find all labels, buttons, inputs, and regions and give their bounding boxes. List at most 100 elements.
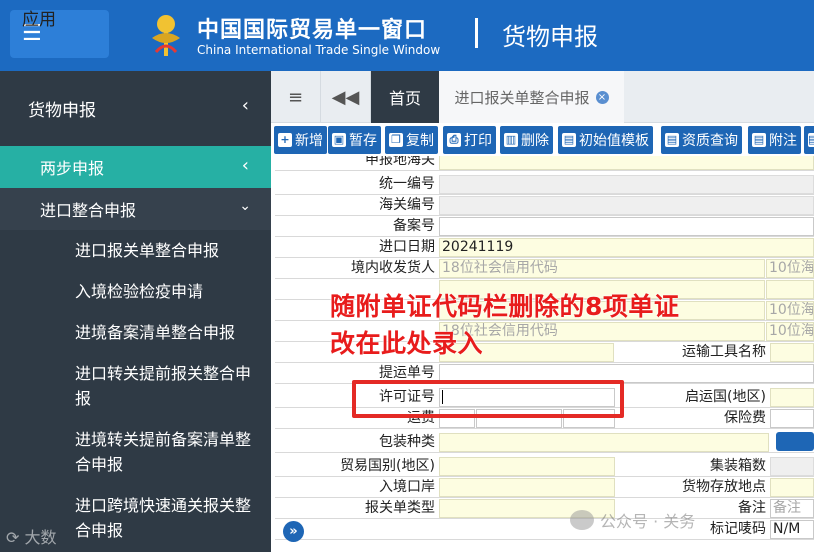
- hidden-row-field-2[interactable]: [766, 280, 814, 299]
- list-icon: ≡: [287, 86, 304, 108]
- more-icon: ▤: [808, 133, 814, 147]
- transport-name-field[interactable]: [770, 343, 814, 362]
- note-icon: ▤: [752, 133, 766, 147]
- storage-place-field[interactable]: [770, 478, 814, 497]
- attach-note-button[interactable]: ▤ 附注: [748, 126, 801, 154]
- remark-input[interactable]: 备注: [770, 499, 814, 518]
- form-row: 入境口岸 货物存放地点: [275, 477, 814, 498]
- delete-label: 删除: [521, 133, 549, 149]
- form-row: 贸易国别(地区) 集装箱数: [275, 456, 814, 477]
- trash-icon: ▥: [504, 133, 518, 147]
- customs-no-field: [439, 196, 814, 215]
- initial-template-button[interactable]: ▤ 初始值模板: [558, 126, 653, 154]
- marks-input[interactable]: N/M: [770, 520, 814, 539]
- sidebar-item-cargo-declaration[interactable]: 货物申报 ‹: [0, 71, 271, 146]
- customs-no-label: 海关编号: [379, 197, 435, 213]
- watermark-right: 公众号 · 关务: [570, 508, 695, 532]
- header-divider: [475, 18, 478, 48]
- tab-scroll-left-button[interactable]: ◀◀: [321, 71, 371, 123]
- chevron-left-icon: ‹: [241, 155, 249, 176]
- pack-type-select-button[interactable]: [776, 432, 814, 451]
- trade-country-field[interactable]: [439, 457, 615, 476]
- form-row: 统一编号: [275, 174, 814, 195]
- sidebar-item-two-step[interactable]: 两步申报 ‹: [0, 146, 271, 188]
- form-row: 备案号: [275, 216, 814, 237]
- annotation-line-1: 随附单证代码栏删除的8项单证: [330, 292, 680, 321]
- red-annotation: 随附单证代码栏删除的8项单证 改在此处录入: [330, 288, 679, 362]
- close-tab-icon[interactable]: ×: [595, 90, 609, 104]
- site-title-cn: 中国国际贸易单一窗口: [197, 18, 428, 43]
- record-no-field[interactable]: [439, 217, 814, 236]
- decl-type-label: 报关单类型: [365, 500, 435, 516]
- template-label: 初始值模板: [579, 133, 649, 149]
- qualification-query-button[interactable]: ▤ 资质查询: [661, 126, 742, 154]
- sidebar-top-label: 货物申报: [28, 101, 96, 121]
- double-left-arrow-icon: ◀◀: [331, 86, 360, 108]
- save-draft-button[interactable]: ▣ 暂存: [328, 126, 381, 154]
- site-title-en: China International Trade Single Window: [197, 43, 441, 57]
- departure-country-label: 启运国(地区): [685, 389, 766, 405]
- form-row: 申报地海关: [275, 156, 814, 171]
- form-row: 包装种类: [275, 432, 814, 453]
- sidebar-group-import-integrated[interactable]: 进口整合申报 ⌄: [0, 188, 271, 230]
- more-toolbar-button[interactable]: ▤: [804, 126, 814, 154]
- sidebar-subitem[interactable]: 进口转关提前报关整合申报: [0, 353, 271, 419]
- entry-port-field[interactable]: [439, 478, 615, 497]
- form-row: 海关编号: [275, 195, 814, 216]
- ten-digit-placeholder: 10位海: [769, 323, 814, 339]
- expand-button[interactable]: »: [283, 521, 304, 542]
- pack-type-field[interactable]: [439, 433, 769, 452]
- document-icon: ▤: [665, 133, 679, 147]
- copy-icon: ❐: [389, 133, 403, 147]
- tab-import-declaration[interactable]: 进口报关单整合申报 ×: [439, 71, 624, 123]
- copy-button[interactable]: ❐ 复制: [385, 126, 438, 154]
- consignee-ten-digit-input[interactable]: 10位海: [766, 259, 814, 278]
- print-icon: ⎙: [447, 133, 461, 147]
- tab-home[interactable]: 首页: [371, 71, 439, 123]
- watermark-logo-icon: ⟳: [6, 528, 25, 547]
- chevron-down-icon: ⌄: [239, 198, 251, 214]
- license-highlight-box: [352, 380, 624, 418]
- import-date-field[interactable]: 20241119: [439, 238, 814, 257]
- add-label: 新增: [295, 133, 323, 149]
- form-row: 报关单类型 备注 备注: [275, 498, 814, 519]
- save-icon: ▣: [332, 133, 346, 147]
- app-menu-label: 应用: [22, 10, 56, 30]
- ten-digit-placeholder: 10位海: [769, 302, 814, 318]
- sidebar-subitem[interactable]: 进境转关提前备案清单整合申报: [0, 419, 271, 485]
- sidebar-subitem[interactable]: 入境检验检疫申请: [0, 271, 271, 312]
- trade-country-label: 贸易国别(地区): [340, 458, 435, 474]
- print-label: 打印: [464, 133, 492, 149]
- annotation-line-2: 改在此处录入: [330, 329, 484, 358]
- pack-type-label: 包装种类: [379, 434, 435, 450]
- credit-code-placeholder: 18位社会信用代码: [442, 260, 558, 276]
- sidebar-subitem[interactable]: 进境备案清单整合申报: [0, 312, 271, 353]
- declarant-ten-digit-input[interactable]: 10位海: [766, 322, 814, 341]
- form-row: 标记唛码 N/M: [275, 519, 814, 540]
- overseas-ten-digit-input[interactable]: 10位海: [766, 301, 814, 320]
- app-header: ☰ 应用 中国国际贸易单一窗口 China International Trad…: [0, 0, 814, 71]
- record-no-label: 备案号: [393, 218, 435, 234]
- add-button[interactable]: + 新增: [274, 126, 327, 154]
- chevron-left-icon: ‹: [241, 95, 249, 116]
- app-menu-button[interactable]: ☰ 应用: [10, 10, 109, 58]
- copy-label: 复制: [406, 133, 434, 149]
- tab-bar: ≡ ◀◀ 首页 进口报关单整合申报 ×: [271, 71, 814, 123]
- declare-customs-field[interactable]: [439, 156, 814, 170]
- insurance-label: 保险费: [724, 410, 766, 426]
- print-button[interactable]: ⎙ 打印: [443, 126, 496, 154]
- import-date-label: 进口日期: [379, 239, 435, 255]
- watermark-left: ⟳ 大数: [6, 524, 57, 548]
- collapse-menu-button[interactable]: ≡: [271, 71, 321, 123]
- sidebar-active-label: 两步申报: [40, 159, 105, 178]
- entry-port-label: 入境口岸: [379, 479, 435, 495]
- delete-button[interactable]: ▥ 删除: [500, 126, 553, 154]
- insurance-field[interactable]: [770, 409, 814, 428]
- save-label: 暂存: [349, 133, 377, 149]
- ten-digit-placeholder: 10位海: [769, 260, 814, 276]
- sidebar-subitem[interactable]: 进口报关单整合申报: [0, 230, 271, 271]
- sidebar: 货物申报 ‹ 两步申报 ‹ 进口整合申报 ⌄ 进口报关单整合申报 入境检验检疫申…: [0, 71, 271, 552]
- departure-country-field[interactable]: [770, 388, 814, 407]
- consignee-label: 境内收发货人: [351, 260, 435, 276]
- consignee-credit-code-input[interactable]: 18位社会信用代码: [439, 259, 765, 278]
